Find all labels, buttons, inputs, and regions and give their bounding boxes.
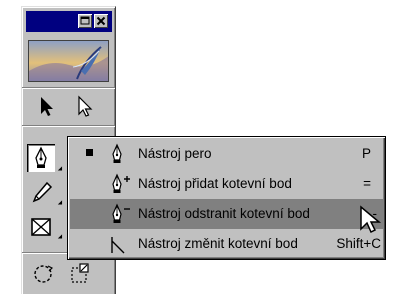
pen-icon — [35, 146, 47, 168]
menu-item-add-anchor-point[interactable]: Nástroj přidat kotevní bod = — [70, 169, 383, 199]
menu-item-shortcut: Shift+C — [336, 236, 381, 251]
flyout-indicator — [57, 166, 65, 173]
pen-add-icon — [112, 173, 130, 193]
selection-arrow-icon — [41, 97, 53, 116]
rotate-tool[interactable] — [30, 260, 58, 288]
mouse-pointer-icon — [360, 205, 382, 234]
menu-item-label: Nástroj pero — [138, 146, 212, 161]
feather-logo-icon — [29, 46, 108, 81]
pencil-tool[interactable] — [28, 179, 56, 207]
palette-divider — [22, 87, 115, 89]
minimize-icon — [80, 16, 90, 25]
flyout-indicator — [57, 234, 65, 241]
flyout-indicator — [57, 200, 65, 207]
menu-item-label: Nástroj změnit kotevní bod — [138, 236, 298, 251]
menu-item-shortcut: P — [361, 146, 371, 161]
menu-item-label: Nástroj přidat kotevní bod — [138, 176, 292, 191]
menu-item-pen[interactable]: Nástroj pero P — [70, 139, 383, 169]
rectangle-frame-tool[interactable] — [28, 213, 56, 241]
direct-selection-arrow-icon — [78, 95, 93, 117]
menu-item-delete-anchor-point[interactable]: Nástroj odstranit kotevní bod - — [70, 199, 383, 229]
minimize-button[interactable] — [78, 14, 92, 28]
application-logo[interactable] — [28, 40, 109, 82]
rotate-icon — [34, 265, 54, 283]
palette-divider — [22, 125, 115, 127]
rectangle-frame-icon — [31, 218, 51, 236]
close-button[interactable] — [94, 14, 108, 28]
menu-item-label: Nástroj odstranit kotevní bod — [138, 206, 310, 221]
pen-delete-icon — [112, 203, 130, 223]
pencil-icon — [32, 181, 53, 203]
convert-anchor-icon — [111, 237, 125, 254]
direct-selection-tool[interactable] — [70, 92, 98, 120]
palette-titlebar[interactable] — [26, 11, 112, 32]
close-icon — [96, 16, 106, 26]
free-transform-icon — [71, 263, 89, 283]
pen-tool[interactable] — [27, 144, 55, 172]
pen-tool-flyout-menu: Nástroj pero P Nástroj přidat kotevní bo… — [67, 136, 386, 260]
menu-item-convert-anchor-point[interactable]: Nástroj změnit kotevní bod Shift+C — [70, 229, 383, 259]
selection-tool[interactable] — [32, 92, 60, 120]
menu-item-shortcut: = — [363, 176, 371, 191]
free-transform-tool[interactable] — [66, 260, 94, 288]
pen-icon — [112, 143, 122, 163]
checkmark-icon — [86, 149, 93, 156]
